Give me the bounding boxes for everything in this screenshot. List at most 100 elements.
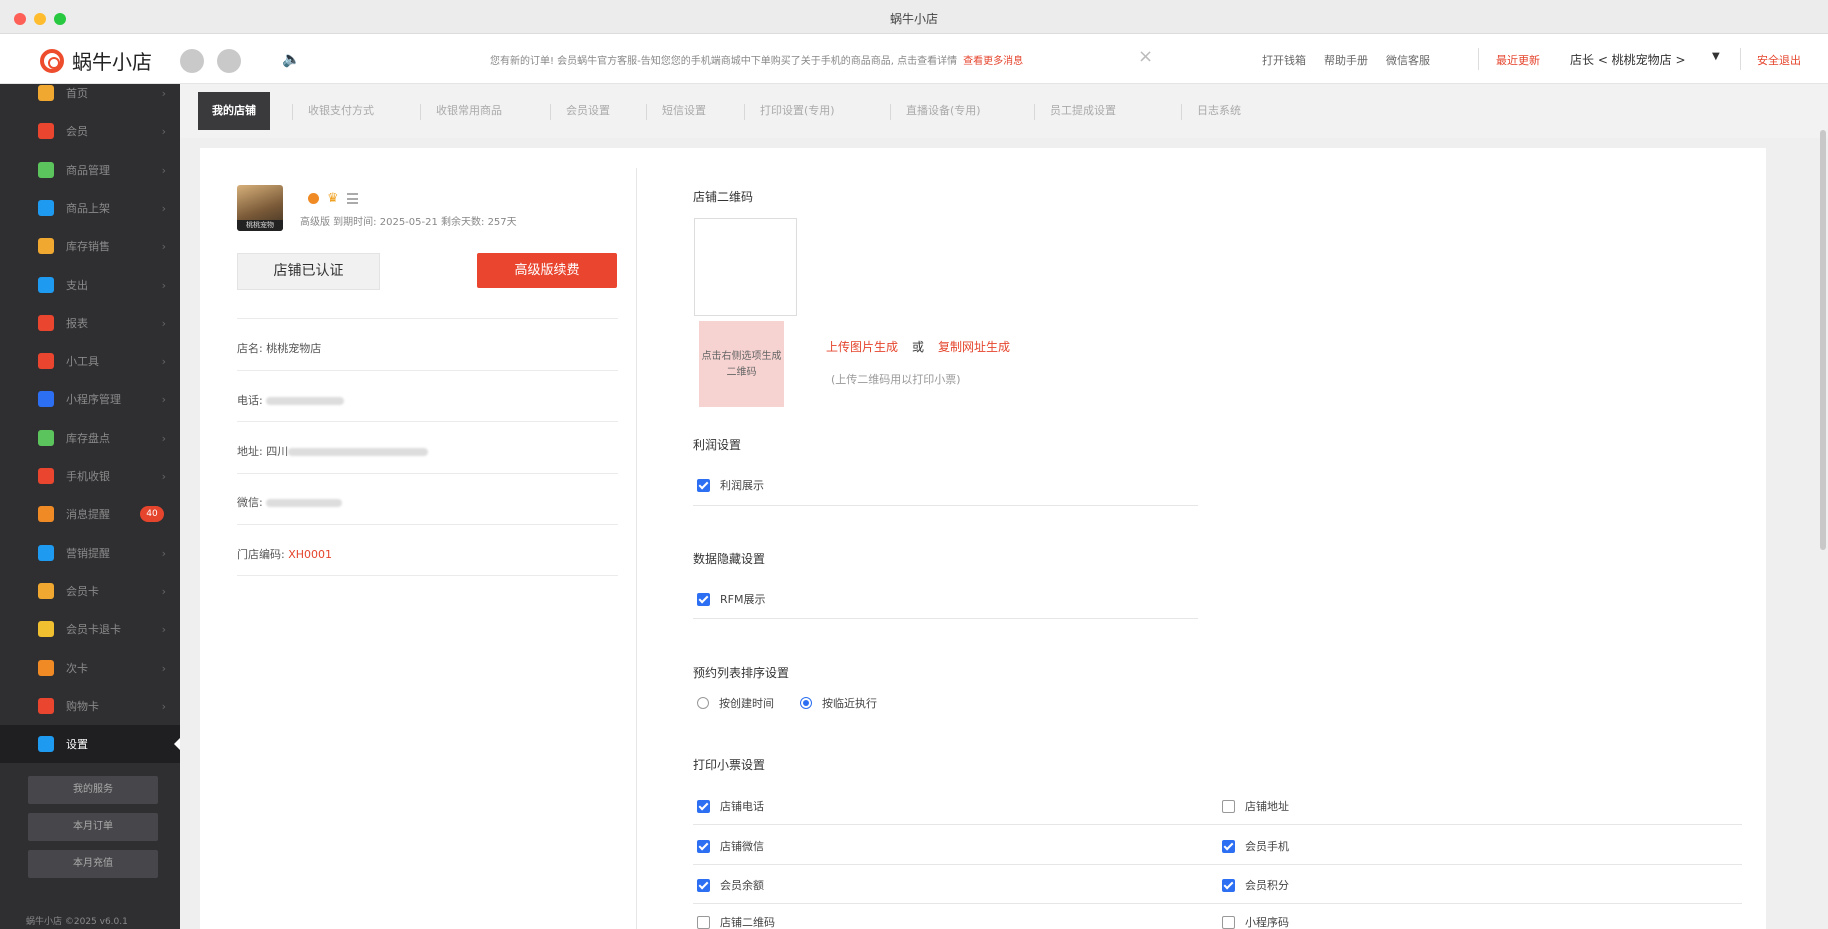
print-mini-program-code-checkbox[interactable]: 小程序码	[1222, 914, 1289, 929]
sidebar-item[interactable]: 小工具 ›	[0, 342, 180, 380]
sidebar-item[interactable]: 会员卡 ›	[0, 572, 180, 610]
tab-7[interactable]: 直播设备(专用)	[892, 92, 995, 130]
rfm-show-label: RFM展示	[720, 593, 766, 606]
avatar-tag: 桃桃宠物	[237, 220, 283, 231]
sidebar-item[interactable]: 小程序管理 ›	[0, 380, 180, 418]
print-member-points-checkbox[interactable]: 会员积分	[1222, 877, 1289, 893]
tab-3[interactable]: 收银常用商品	[422, 92, 516, 130]
tab-5[interactable]: 短信设置	[648, 92, 720, 130]
sidebar-item[interactable]: 手机收银 ›	[0, 457, 180, 495]
redacted-phone	[266, 397, 345, 405]
sidebar-item[interactable]: 消息提醒 40	[0, 495, 180, 533]
chevron-right-icon: ›	[161, 354, 166, 368]
chevron-right-icon: ›	[161, 661, 166, 675]
sidebar-item-label: 手机收银	[66, 470, 110, 483]
tab-6[interactable]: 打印设置(专用)	[746, 92, 849, 130]
sidebar-item[interactable]: 营销提醒 ›	[0, 534, 180, 572]
print-shop-qr-label: 店铺二维码	[720, 916, 775, 929]
copy-url-link[interactable]: 复制网址生成	[938, 340, 1010, 354]
close-icon[interactable]: ×	[1138, 46, 1153, 67]
print-member-balance-checkbox[interactable]: 会员余额	[697, 877, 764, 893]
back-button[interactable]	[180, 49, 204, 73]
sidebar-item[interactable]: 会员 ›	[0, 112, 180, 150]
chevron-right-icon: ›	[161, 124, 166, 138]
chevron-right-icon: ›	[161, 278, 166, 292]
sidebar-item[interactable]: 设置	[0, 725, 180, 763]
sidebar-item[interactable]: 次卡 ›	[0, 649, 180, 687]
checkbox-checked-icon[interactable]	[697, 839, 710, 853]
print-shop-phone-checkbox[interactable]: 店铺电话	[697, 798, 764, 814]
monthly-recharge-button[interactable]: 本月充值	[28, 850, 158, 878]
page-scrollbar[interactable]	[1820, 130, 1826, 550]
renew-premium-button[interactable]: 高级版续费	[477, 253, 617, 288]
checkbox-checked-icon[interactable]	[697, 878, 710, 892]
tab-2[interactable]: 收银支付方式	[294, 92, 388, 130]
sidebar-item[interactable]: 库存销售 ›	[0, 227, 180, 265]
checkbox-unchecked-icon[interactable]	[697, 915, 710, 929]
forward-button[interactable]	[217, 49, 241, 73]
tab-divider	[744, 104, 745, 120]
booking-sort-title: 预约列表排序设置	[693, 666, 790, 680]
shop-phone-label: 电话:	[237, 394, 263, 407]
checkbox-checked-icon[interactable]	[697, 478, 710, 492]
rfm-show-checkbox[interactable]: RFM展示	[697, 591, 765, 607]
shop-subscription-info: 高级版 到期时间: 2025-05-21 剩余天数: 257天	[300, 217, 517, 228]
shop-avatar[interactable]: 桃桃宠物	[237, 185, 283, 231]
print-shop-wechat-checkbox[interactable]: 店铺微信	[697, 838, 764, 854]
sidebar-item-label: 购物卡	[66, 700, 99, 713]
qr-tip: (上传二维码用以打印小票)	[831, 373, 961, 386]
app-logo[interactable]: 蜗牛小店	[40, 46, 152, 75]
upload-image-link[interactable]: 上传图片生成	[826, 340, 898, 354]
tab-8[interactable]: 员工提成设置	[1036, 92, 1130, 130]
sidebar-item[interactable]: 支出 ›	[0, 266, 180, 304]
sidebar-item-icon	[38, 506, 54, 522]
tab-4[interactable]: 会员设置	[552, 92, 624, 130]
sidebar-item-label: 消息提醒	[66, 508, 110, 521]
open-cash-drawer-link[interactable]: 打开钱箱	[1262, 52, 1306, 68]
sort-recent-radio[interactable]	[800, 697, 812, 709]
sort-created-radio[interactable]	[697, 697, 709, 709]
speaker-icon[interactable]: 🔈	[282, 50, 301, 68]
sidebar-item[interactable]: 购物卡 ›	[0, 687, 180, 725]
recent-updates-link[interactable]: 最近更新	[1496, 52, 1540, 68]
sidebar-item[interactable]: 首页 ›	[0, 84, 180, 112]
print-shop-qr-checkbox[interactable]: 店铺二维码	[697, 914, 775, 929]
logout-link[interactable]: 安全退出	[1757, 52, 1801, 68]
wechat-support-link[interactable]: 微信客服	[1386, 52, 1430, 68]
chevron-right-icon: ›	[161, 622, 166, 636]
checkbox-unchecked-icon[interactable]	[1222, 799, 1235, 813]
shop-badges: ♛	[308, 191, 358, 206]
shop-phone-field: 电话:	[237, 392, 345, 408]
my-services-button[interactable]: 我的服务	[28, 776, 158, 804]
crown-icon: ♛	[327, 191, 339, 206]
checkbox-unchecked-icon[interactable]	[1222, 915, 1235, 929]
chevron-right-icon: ›	[161, 546, 166, 560]
checkbox-checked-icon[interactable]	[697, 592, 710, 606]
checkbox-checked-icon[interactable]	[1222, 878, 1235, 892]
tab-1[interactable]: 我的店铺	[198, 92, 270, 130]
profit-show-checkbox[interactable]: 利润展示	[697, 477, 764, 493]
print-member-phone-checkbox[interactable]: 会员手机	[1222, 838, 1289, 854]
caret-down-icon[interactable]: ▼	[1712, 51, 1720, 62]
sidebar-item[interactable]: 库存盘点 ›	[0, 419, 180, 457]
sidebar-item[interactable]: 会员卡退卡 ›	[0, 610, 180, 648]
sidebar-item-label: 小工具	[66, 355, 99, 368]
checkbox-checked-icon[interactable]	[1222, 839, 1235, 853]
print-shop-address-checkbox[interactable]: 店铺地址	[1222, 798, 1289, 814]
sidebar-item[interactable]: 商品管理 ›	[0, 151, 180, 189]
shop-verified-button[interactable]: 店铺已认证	[237, 253, 380, 290]
owner-menu[interactable]: 店长 < 桃桃宠物店 >	[1570, 51, 1686, 68]
sidebar-item[interactable]: 商品上架 ›	[0, 189, 180, 227]
tab-9[interactable]: 日志系统	[1183, 92, 1255, 130]
generate-qr-button[interactable]: 点击右侧选项生成二维码	[699, 321, 784, 407]
sidebar-item-label: 小程序管理	[66, 393, 121, 406]
sidebar-item-icon	[38, 315, 54, 331]
sidebar-item-icon	[38, 238, 54, 254]
monthly-orders-button[interactable]: 本月订单	[28, 813, 158, 841]
sidebar-item-icon	[38, 391, 54, 407]
sidebar-item-label: 商品管理	[66, 164, 110, 177]
help-manual-link[interactable]: 帮助手册	[1324, 52, 1368, 68]
sidebar-item[interactable]: 报表 ›	[0, 304, 180, 342]
checkbox-checked-icon[interactable]	[697, 799, 710, 813]
notice-more-link[interactable]: 查看更多消息	[963, 56, 1023, 67]
